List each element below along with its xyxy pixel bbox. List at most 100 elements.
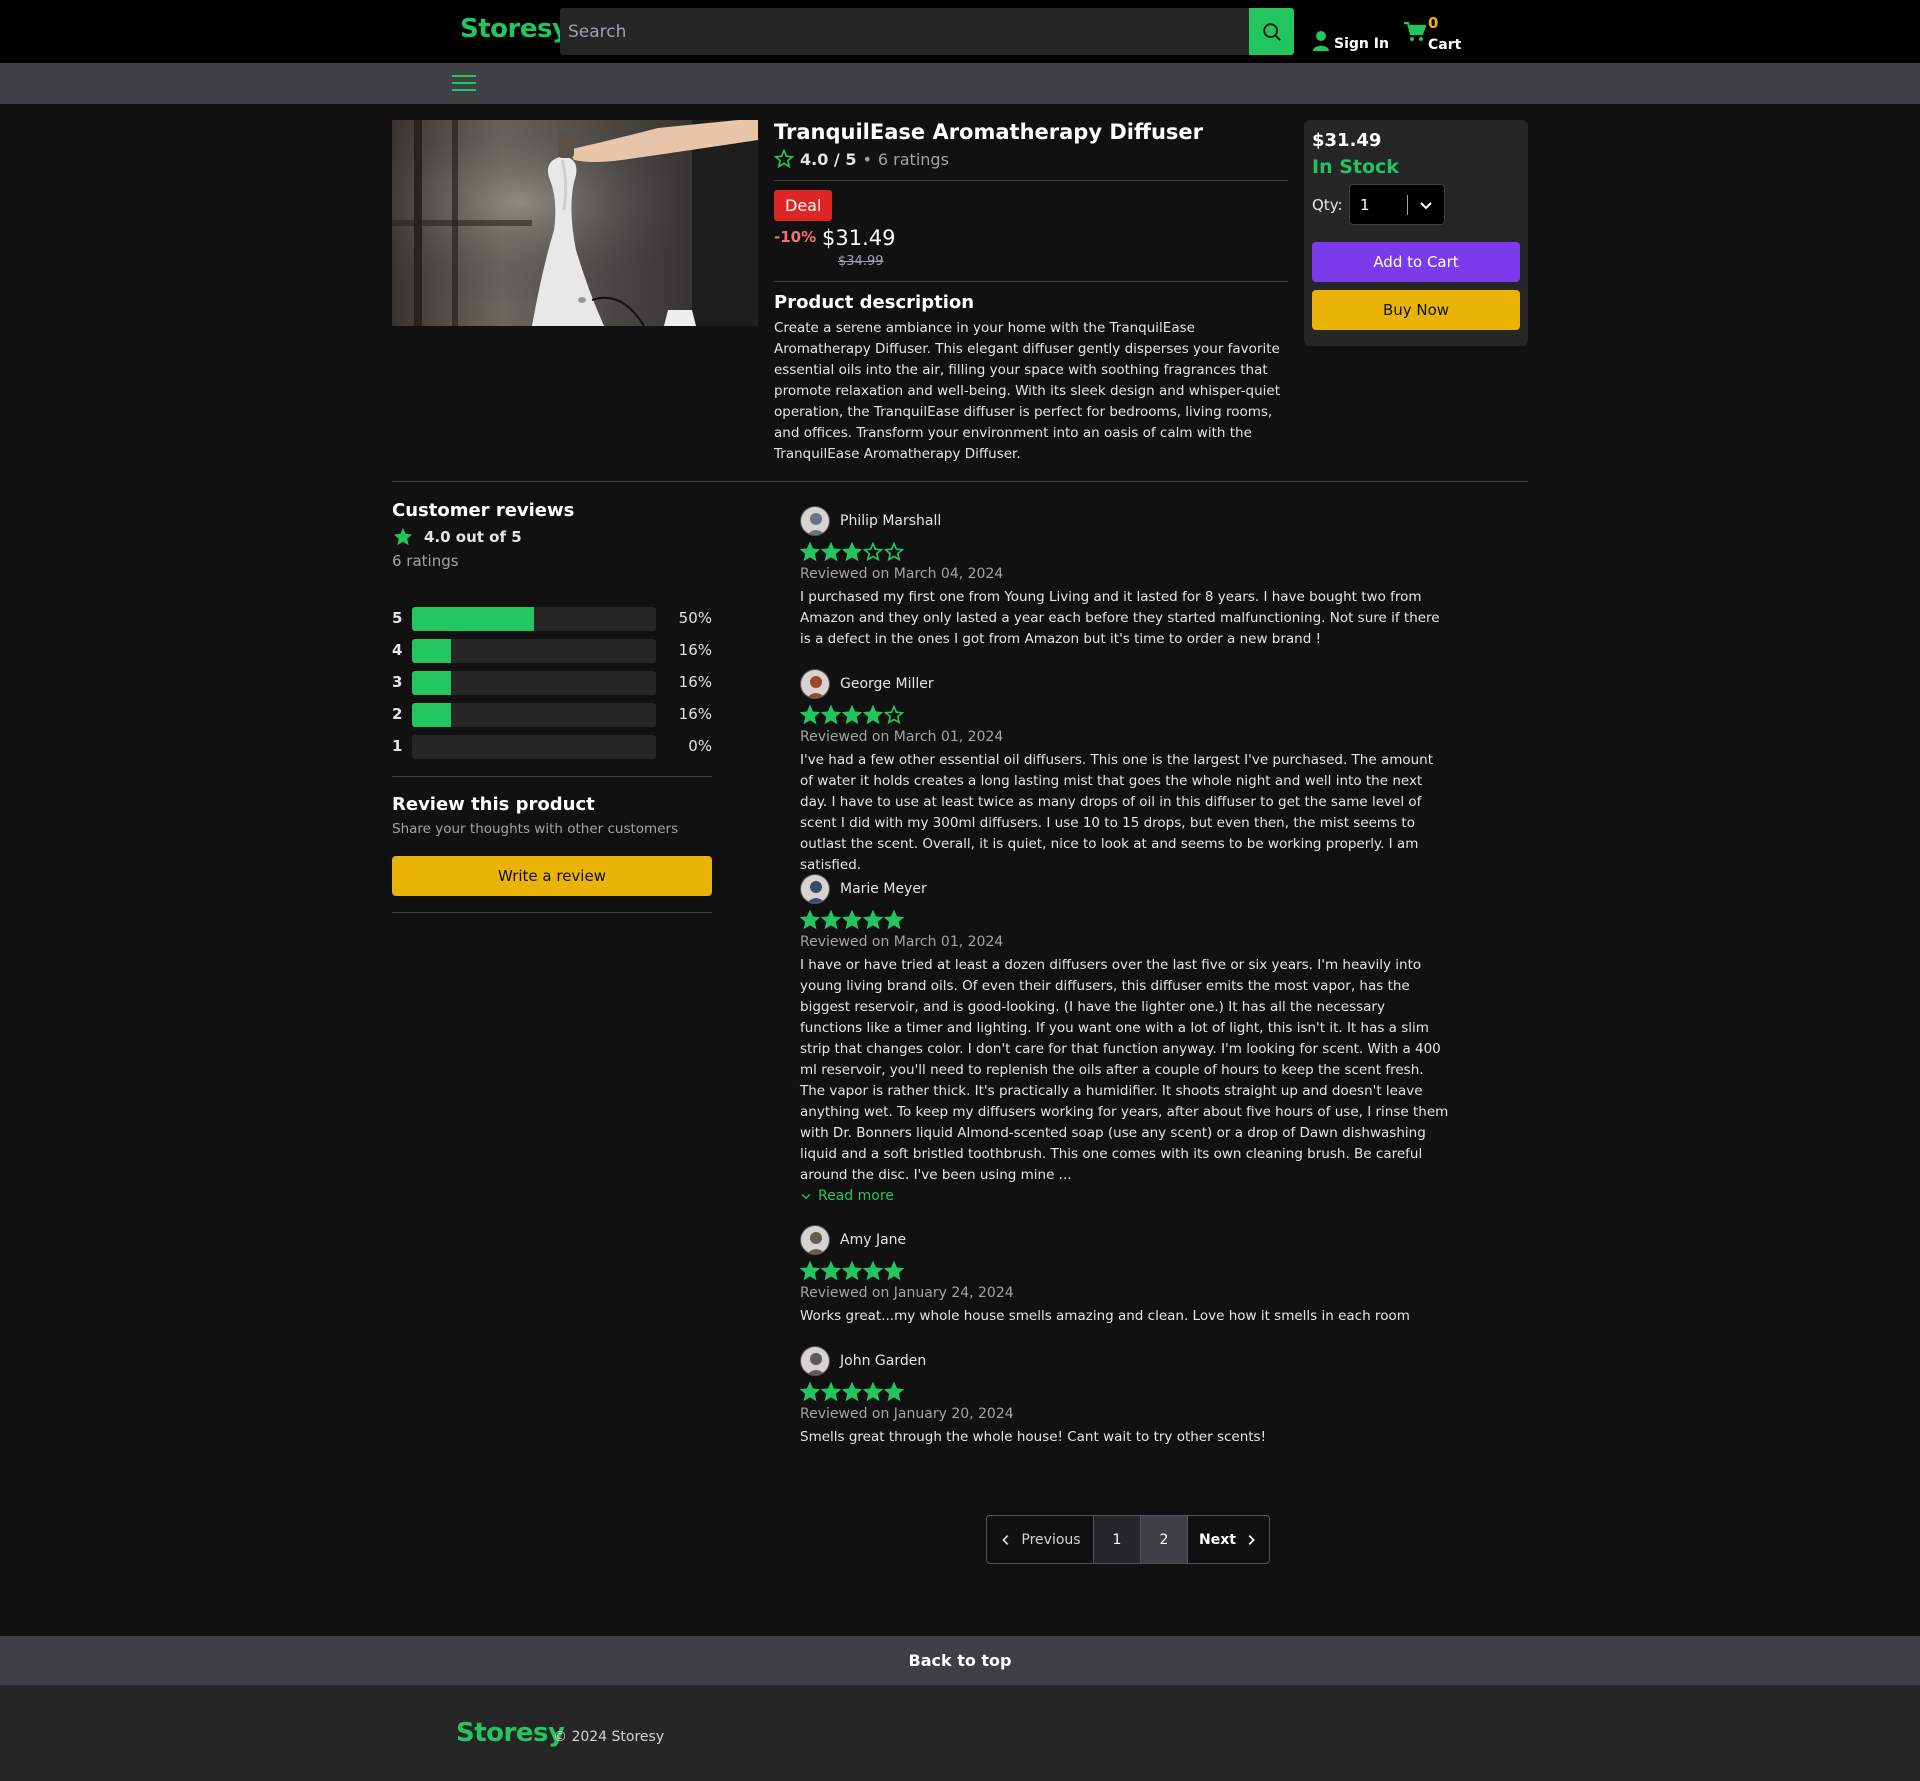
star-icon <box>842 705 862 725</box>
chevron-right-icon <box>1248 1534 1255 1545</box>
signin-label: Sign In <box>1334 36 1389 52</box>
review-stars <box>800 910 1450 930</box>
star-outline-icon <box>774 149 794 169</box>
star-icon <box>821 910 841 930</box>
rating-bar-percent: 16% <box>678 673 712 691</box>
buy-box: $31.49 In Stock Qty: 1 Add to Cart Buy N… <box>1304 120 1528 346</box>
page-1-button[interactable]: 1 <box>1094 1516 1141 1563</box>
review-header: Philip Marshall <box>800 505 1450 537</box>
review-stars <box>800 542 1450 562</box>
reviewer-name: John Garden <box>840 1353 927 1369</box>
search-icon <box>1262 22 1281 41</box>
star-icon <box>800 1382 820 1402</box>
rating-bar-row[interactable]: 1 0% <box>392 735 712 759</box>
review-item: John Garden Reviewed on January 20, 2024 S… <box>800 1345 1450 1448</box>
signin-link[interactable]: Sign In <box>1312 18 1389 52</box>
star-icon <box>800 1261 820 1281</box>
star-icon <box>800 910 820 930</box>
divider <box>392 776 712 777</box>
next-label: Next <box>1199 1531 1236 1548</box>
rating-bar-star: 1 <box>392 737 403 755</box>
rating-bar-track <box>412 735 656 759</box>
rating-bar-track <box>412 639 656 663</box>
review-date: Reviewed on March 01, 2024 <box>800 934 1004 950</box>
rating-bar-row[interactable]: 5 50% <box>392 607 712 631</box>
rating-bar-track <box>412 671 656 695</box>
reviewer-name: Marie Meyer <box>840 881 927 897</box>
rating-bar-row[interactable]: 4 16% <box>392 639 712 663</box>
reviewer-name: Amy Jane <box>840 1232 907 1248</box>
rating-bar-star: 3 <box>392 673 403 691</box>
review-stars <box>800 1261 1450 1281</box>
summary-rating-value: 4.0 out of 5 <box>424 528 522 546</box>
review-header: Amy Jane <box>800 1224 1450 1256</box>
review-date: Reviewed on March 04, 2024 <box>800 566 1004 582</box>
star-icon <box>842 910 862 930</box>
star-icon <box>800 542 820 562</box>
review-date: Reviewed on January 20, 2024 <box>800 1406 1014 1422</box>
buy-now-button[interactable]: Buy Now <box>1312 290 1520 330</box>
star-icon <box>884 1261 904 1281</box>
select-separator <box>1407 195 1408 215</box>
rating-bar-row[interactable]: 2 16% <box>392 703 712 727</box>
qty-label: Qty: <box>1312 196 1343 214</box>
product-title: TranquilEase Aromatherapy Diffuser <box>774 120 1204 144</box>
divider <box>774 180 1288 181</box>
buybox-price: $31.49 <box>1312 130 1382 151</box>
reviewer-name: Philip Marshall <box>840 513 942 529</box>
rating-bar-track <box>412 703 656 727</box>
summary-rating-count: 6 ratings <box>392 552 459 570</box>
description-title: Product description <box>774 292 975 313</box>
review-date: Reviewed on January 24, 2024 <box>800 1285 1014 1301</box>
next-page-button[interactable]: Next <box>1188 1516 1269 1563</box>
review-stars <box>800 1382 1450 1402</box>
star-outline-icon <box>884 542 904 562</box>
star-icon <box>842 1261 862 1281</box>
avatar <box>800 669 830 699</box>
review-body: Works great...my whole house smells amaz… <box>800 1308 1410 1324</box>
star-icon <box>821 1261 841 1281</box>
logo[interactable]: Storesy <box>460 14 569 44</box>
product-rating-value: 4.0 / 5 <box>800 149 857 169</box>
star-icon <box>863 1261 883 1281</box>
previous-label: Previous <box>1021 1531 1081 1548</box>
star-icon <box>842 542 862 562</box>
search-input[interactable] <box>560 8 1249 55</box>
old-price: $34.99 <box>838 254 884 269</box>
reviewer-name: George Miller <box>840 676 934 692</box>
rating-bar-star: 4 <box>392 641 403 659</box>
avatar <box>800 1225 830 1255</box>
product-rating-count[interactable]: 6 ratings <box>878 150 949 169</box>
page-2-button[interactable]: 2 <box>1141 1516 1188 1563</box>
star-icon <box>863 1382 883 1402</box>
review-header: John Garden <box>800 1345 1450 1377</box>
top-header: Storesy Sign In 0 Cart <box>0 0 1920 63</box>
search-bar <box>560 8 1294 55</box>
rating-bar-fill <box>412 703 452 727</box>
review-header: George Miller <box>800 668 1450 700</box>
nav-bar <box>0 63 1920 104</box>
read-more-link[interactable]: Read more <box>800 1188 1450 1204</box>
menu-icon[interactable] <box>452 75 476 93</box>
deal-badge: Deal <box>774 190 833 221</box>
add-to-cart-button[interactable]: Add to Cart <box>1312 242 1520 282</box>
previous-page-button[interactable]: Previous <box>987 1516 1094 1563</box>
product-price: $31.49 <box>822 226 896 250</box>
rating-bar-row[interactable]: 3 16% <box>392 671 712 695</box>
avatar <box>800 1346 830 1376</box>
star-icon <box>842 1382 862 1402</box>
footer-logo[interactable]: Storesy <box>456 1718 565 1748</box>
review-body: Smells great through the whole house! Ca… <box>800 1429 1267 1445</box>
section-divider <box>392 481 1528 482</box>
star-icon <box>884 1382 904 1402</box>
review-item: George Miller Reviewed on March 01, 2024 I… <box>800 668 1450 876</box>
customer-reviews-title: Customer reviews <box>392 500 575 521</box>
write-review-button[interactable]: Write a review <box>392 856 712 896</box>
review-item: Amy Jane Reviewed on January 24, 2024 Work… <box>800 1224 1450 1327</box>
quantity-select[interactable]: 1 <box>1349 184 1445 225</box>
search-button[interactable] <box>1249 8 1294 55</box>
star-icon <box>821 542 841 562</box>
avatar <box>800 506 830 536</box>
review-body: I've had a few other essential oil diffu… <box>800 752 1434 873</box>
back-to-top-button[interactable]: Back to top <box>0 1636 1920 1685</box>
